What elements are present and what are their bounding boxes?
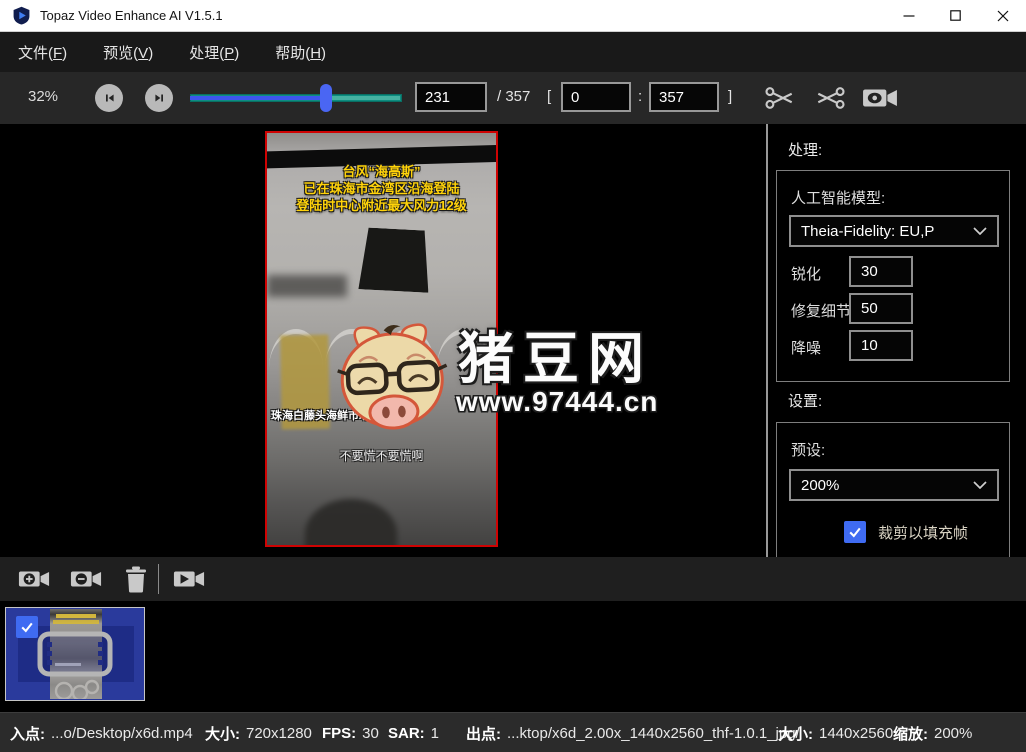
sharpen-label: 锐化 [791,263,821,284]
video-scene-wisp [267,275,347,297]
cut-icon [763,85,797,111]
preset-group: 预设: 200% 裁剪以填充帧 [776,422,1010,557]
status-out-size: 大小:1440x2560 [778,713,893,752]
ai-model-select[interactable]: Theia-Fidelity: EU,P [789,215,999,247]
video-scene-hanging-object [358,227,431,293]
menu-process[interactable]: 处理(P) [179,37,249,68]
status-scale: 缩放:200% [893,713,972,752]
trim-separator-label: : [638,88,642,105]
preset-select[interactable]: 200% [789,469,999,501]
statusbar: 入点:...o/Desktop/x6d.mp4 大小:720x1280 FPS:… [0,712,1026,752]
filmstrip-icon [36,630,114,678]
denoise-label: 降噪 [791,337,821,358]
delete-icon [124,565,148,593]
status-fps: FPS:30 [322,713,379,752]
thumbnail-checkbox[interactable] [16,616,38,638]
close-icon [997,10,1009,22]
settings-section-title: 设置: [788,390,822,411]
playback-toolbar: 32% / 357 [ : ] [0,72,1026,124]
status-out-point: 出点:...ktop/x6d_2.00x_1440x2560_thf-1.0.1… [466,713,800,752]
skip-start-icon [102,91,117,105]
maximize-icon [950,10,961,21]
status-in-point: 入点:...o/Desktop/x6d.mp4 [10,713,193,752]
chevron-down-icon [973,227,987,235]
process-video-button[interactable] [173,566,205,592]
preset-label: 预设: [791,439,825,460]
maximize-button[interactable] [932,0,979,31]
minimize-button[interactable] [885,0,932,31]
preview-area: 台风“海高斯” 已在珠海市金湾区沿海登陆 登陆时中心附近最大风力12级 珠海白藤… [0,124,1026,557]
ai-model-group: 人工智能模型: Theia-Fidelity: EU,P 锐化 修复细节 降噪 [776,170,1010,382]
app-logo-icon [12,6,31,25]
chevron-down-icon [973,481,987,489]
preview-camera-icon [862,85,898,111]
thumbnail-strip [0,601,1026,712]
restore-detail-label: 修复细节 [791,300,851,321]
status-sar: SAR:1 [388,713,439,752]
trim-start-input[interactable] [561,82,631,112]
cut-mirrored-icon [813,85,847,111]
crop-to-fill-label: 裁剪以填充帧 [878,522,968,543]
checkmark-icon [19,619,35,635]
skip-end-icon [152,91,167,105]
clip-toolbar [0,557,1026,601]
video-preview: 台风“海高斯” 已在珠海市金湾区沿海登陆 登陆时中心附近最大风力12级 珠海白藤… [265,131,498,547]
video-caption-market: 珠海白藤头海鲜市场 [271,407,370,423]
skip-end-button[interactable] [145,84,173,112]
crop-to-fill-row: 裁剪以填充帧 [844,521,968,543]
timeline-slider-handle[interactable] [320,84,332,112]
timeline-slider-fill [190,96,326,100]
titlebar: Topaz Video Enhance AI V1.5.1 [0,0,1026,32]
trim-end-input[interactable] [649,82,719,112]
bracket-close-label: ] [728,88,732,105]
timeline-slider[interactable] [190,94,402,102]
zoom-level-label: 32% [28,88,58,105]
denoise-input[interactable] [849,330,913,361]
video-scene-bush [305,499,397,547]
bracket-open-label: [ [547,88,551,105]
delete-video-button[interactable] [124,565,148,593]
checkmark-icon [847,524,863,540]
menu-help[interactable]: 帮助(H) [265,37,336,68]
close-button[interactable] [979,0,1026,31]
crop-to-fill-checkbox[interactable] [844,521,866,543]
ai-model-label: 人工智能模型: [791,187,885,208]
total-frames-label: / 357 [497,88,530,105]
processing-section-title: 处理: [788,139,822,160]
add-video-icon [18,566,50,592]
video-caption-calm: 不要慌不要慌啊 [267,447,496,464]
minimize-icon [903,10,915,22]
process-video-icon [173,566,205,592]
menu-preview[interactable]: 预览(V) [93,37,163,68]
video-thumbnail-item[interactable] [5,607,145,701]
menubar: 文件(F) 预览(V) 处理(P) 帮助(H) [0,32,1026,72]
menu-file[interactable]: 文件(F) [8,37,77,68]
window-title: Topaz Video Enhance AI V1.5.1 [40,8,223,23]
app-window: Topaz Video Enhance AI V1.5.1 文件(F) 预览(V… [0,0,1026,752]
settings-panel: 处理: 人工智能模型: Theia-Fidelity: EU,P 锐化 修复细节… [766,124,1026,557]
skip-start-button[interactable] [95,84,123,112]
clip-toolbar-divider [158,564,159,594]
video-headline: 台风“海高斯” 已在珠海市金湾区沿海登陆 登陆时中心附近最大风力12级 [267,163,496,214]
sharpen-input[interactable] [849,256,913,287]
timeline-slider-rest [332,96,400,100]
remove-video-icon [70,566,102,592]
window-controls [885,0,1026,31]
restore-detail-input[interactable] [849,293,913,324]
trim-cut-button[interactable] [762,84,798,112]
trim-split-button[interactable] [812,84,848,112]
add-video-button[interactable] [18,566,50,592]
preview-button[interactable] [860,84,900,112]
remove-video-button[interactable] [70,566,102,592]
current-frame-input[interactable] [415,82,487,112]
status-in-size: 大小:720x1280 [205,713,312,752]
